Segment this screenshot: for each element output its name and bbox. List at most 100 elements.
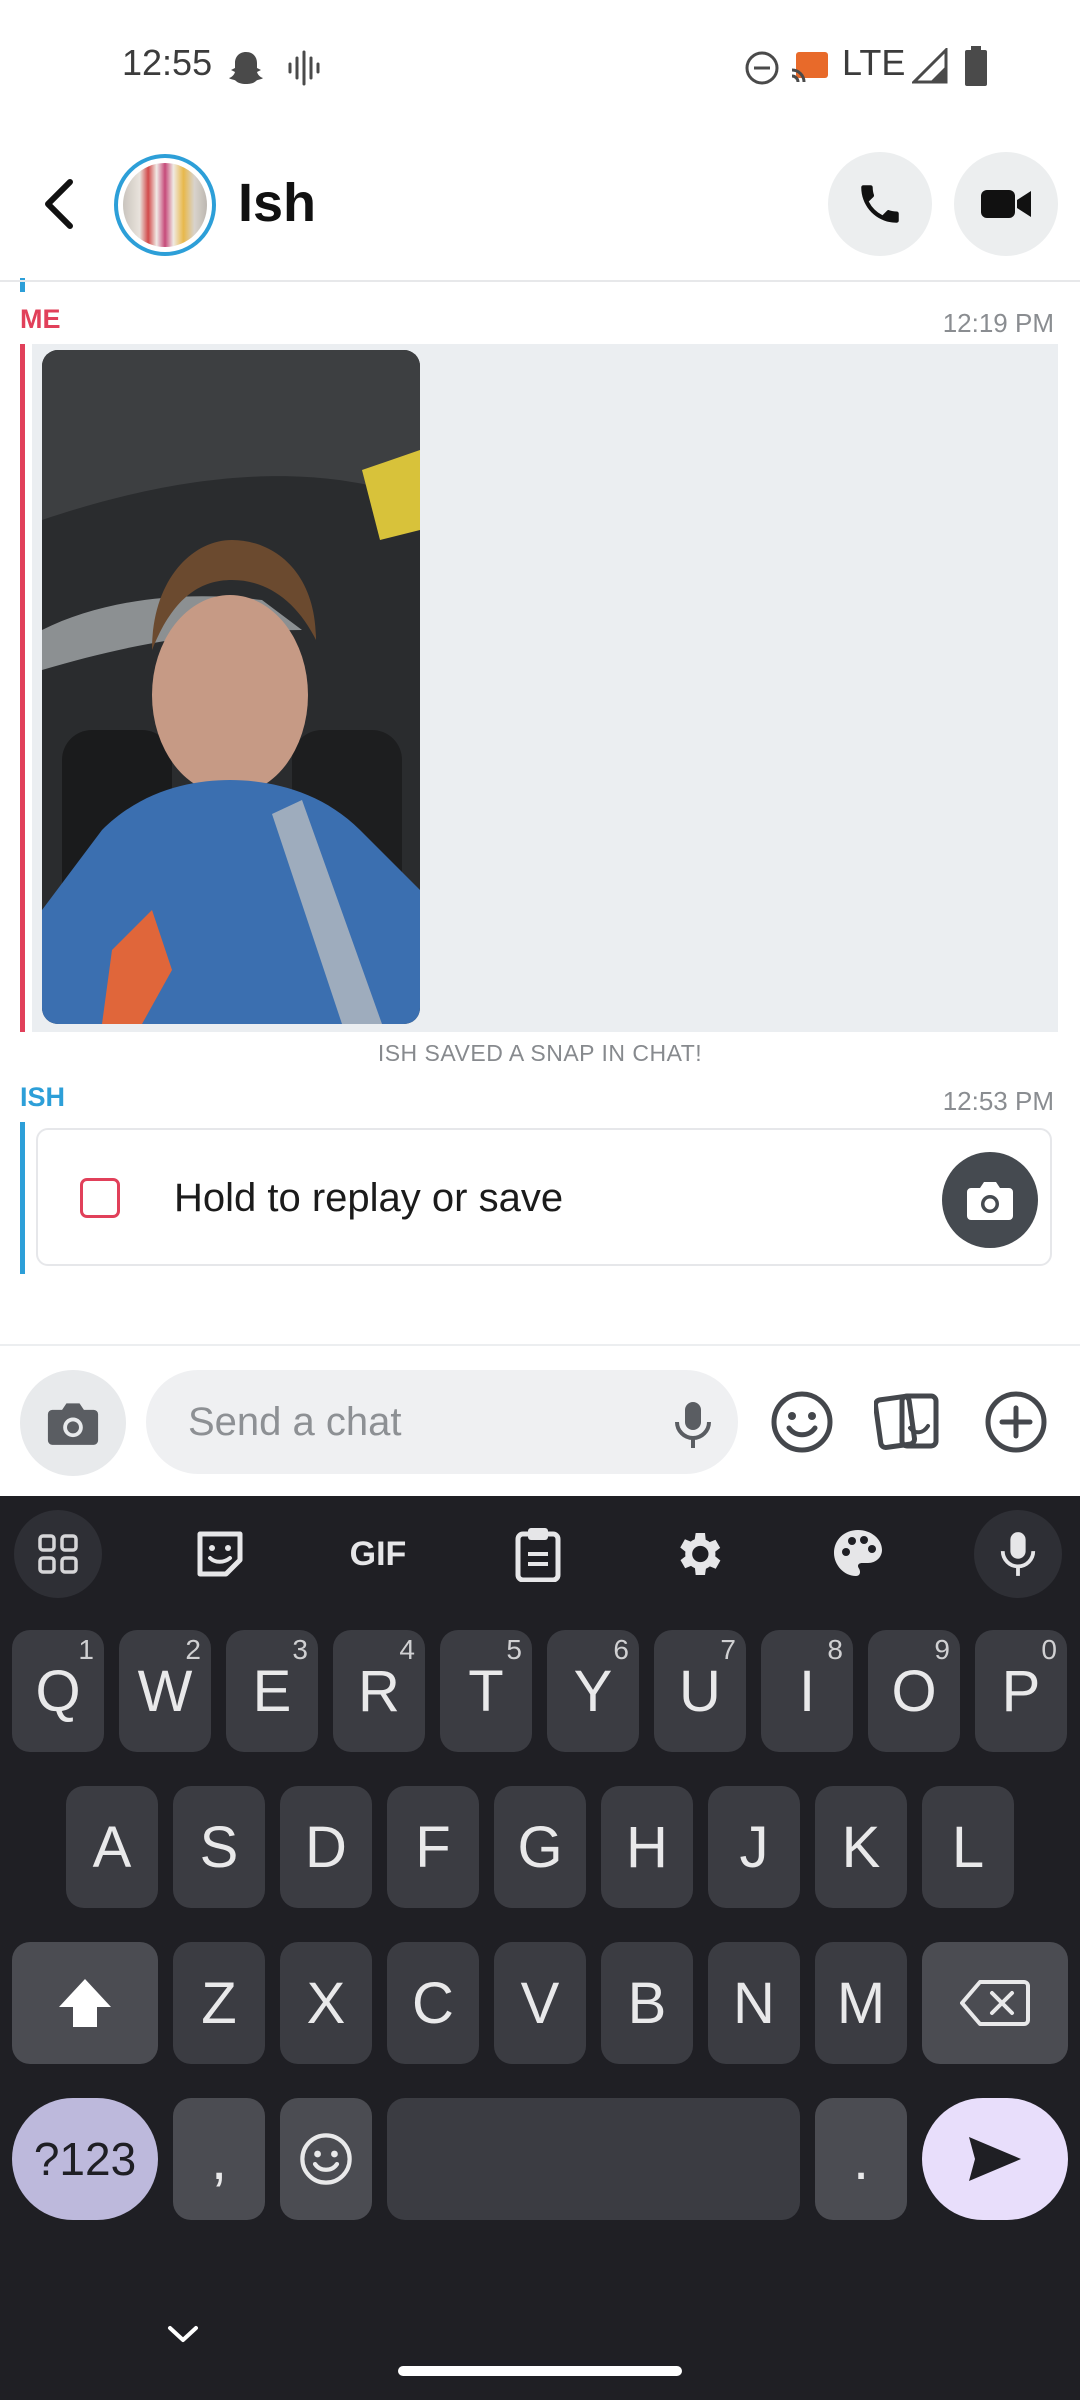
symbols-key[interactable]: ?123 bbox=[12, 2098, 158, 2220]
send-icon bbox=[969, 2137, 1021, 2181]
key-x[interactable]: X bbox=[280, 1942, 372, 2064]
header-divider bbox=[0, 280, 1080, 282]
palette-icon[interactable] bbox=[814, 1510, 902, 1598]
contact-name[interactable]: Ish bbox=[238, 172, 316, 234]
gif-button[interactable]: GIF bbox=[334, 1510, 422, 1598]
microphone-icon[interactable] bbox=[672, 1400, 714, 1450]
call-button[interactable] bbox=[828, 152, 932, 256]
status-time: 12:55 bbox=[122, 42, 213, 83]
period-key[interactable]: . bbox=[815, 2098, 907, 2220]
key-d[interactable]: D bbox=[280, 1786, 372, 1908]
comma-key[interactable]: , bbox=[173, 2098, 265, 2220]
composer-divider bbox=[0, 1344, 1080, 1346]
camera-icon bbox=[967, 1182, 1013, 1220]
key-hint: 7 bbox=[720, 1634, 736, 1665]
key-p[interactable]: P0 bbox=[975, 1630, 1067, 1752]
backspace-key[interactable] bbox=[922, 1942, 1068, 2064]
key-label: T bbox=[468, 1658, 504, 1724]
emoji-icon[interactable] bbox=[762, 1382, 842, 1462]
key-label: I bbox=[798, 1658, 816, 1724]
hide-keyboard-chevron-icon[interactable] bbox=[166, 2322, 200, 2346]
key-hint: 4 bbox=[399, 1634, 415, 1665]
key-hint: 5 bbox=[506, 1634, 522, 1665]
apps-grid-icon[interactable] bbox=[14, 1510, 102, 1598]
key-f[interactable]: F bbox=[387, 1786, 479, 1908]
battery-icon bbox=[964, 46, 988, 86]
key-o[interactable]: O9 bbox=[868, 1630, 960, 1752]
back-icon[interactable] bbox=[40, 176, 80, 232]
key-label: Q bbox=[35, 1658, 81, 1724]
sender-bar-me bbox=[20, 344, 25, 1032]
key-a[interactable]: A bbox=[66, 1786, 158, 1908]
stickers-icon[interactable] bbox=[868, 1382, 948, 1462]
key-w[interactable]: W2 bbox=[119, 1630, 211, 1752]
send-key[interactable] bbox=[922, 2098, 1068, 2220]
key-s[interactable]: S bbox=[173, 1786, 265, 1908]
sender-bar-ish bbox=[20, 1122, 25, 1274]
backspace-icon bbox=[960, 1980, 1030, 2026]
key-y[interactable]: Y6 bbox=[547, 1630, 639, 1752]
message-time: 12:19 PM bbox=[942, 308, 1054, 338]
key-label: J bbox=[739, 1814, 769, 1880]
settings-gear-icon[interactable] bbox=[654, 1510, 742, 1598]
emoji-icon bbox=[300, 2133, 352, 2185]
video-camera-icon bbox=[981, 190, 1031, 218]
key-j[interactable]: J bbox=[708, 1786, 800, 1908]
key-label: S bbox=[199, 1814, 239, 1880]
key-q[interactable]: Q1 bbox=[12, 1630, 104, 1752]
signal-icon bbox=[912, 48, 948, 84]
key-l[interactable]: L bbox=[922, 1786, 1014, 1908]
chat-input-placeholder[interactable]: Send a chat bbox=[188, 1400, 402, 1445]
key-h[interactable]: H bbox=[601, 1786, 693, 1908]
key-e[interactable]: E3 bbox=[226, 1630, 318, 1752]
key-label: G bbox=[517, 1814, 563, 1880]
key-label: H bbox=[626, 1814, 668, 1880]
key-label: M bbox=[836, 1970, 886, 2036]
key-hint: 1 bbox=[78, 1634, 94, 1665]
key-i[interactable]: I8 bbox=[761, 1630, 853, 1752]
key-label: X bbox=[306, 1970, 346, 2036]
key-z[interactable]: Z bbox=[173, 1942, 265, 2064]
message-time: 12:53 PM bbox=[942, 1086, 1054, 1116]
key-r[interactable]: R4 bbox=[333, 1630, 425, 1752]
phone-icon bbox=[861, 185, 899, 223]
key-label: P bbox=[1001, 1658, 1041, 1724]
snapchat-ghost-icon bbox=[226, 48, 266, 88]
key-label: L bbox=[951, 1814, 985, 1880]
avatar[interactable] bbox=[114, 154, 216, 256]
snap-image[interactable] bbox=[42, 350, 420, 1024]
camera-button[interactable] bbox=[20, 1370, 126, 1476]
clipboard-icon[interactable] bbox=[494, 1510, 582, 1598]
gesture-bar[interactable] bbox=[398, 2366, 682, 2376]
plus-icon[interactable] bbox=[976, 1382, 1056, 1462]
key-hint: 0 bbox=[1041, 1634, 1057, 1665]
key-label: R bbox=[358, 1658, 400, 1724]
key-t[interactable]: T5 bbox=[440, 1630, 532, 1752]
network-type: LTE bbox=[842, 42, 906, 83]
sticker-icon[interactable] bbox=[176, 1510, 264, 1598]
key-k[interactable]: K bbox=[815, 1786, 907, 1908]
key-b[interactable]: B bbox=[601, 1942, 693, 2064]
system-note: ISH SAVED A SNAP IN CHAT! bbox=[377, 1040, 703, 1066]
key-c[interactable]: C bbox=[387, 1942, 479, 2064]
voice-input-icon[interactable] bbox=[974, 1510, 1062, 1598]
key-u[interactable]: U7 bbox=[654, 1630, 746, 1752]
emoji-key[interactable] bbox=[280, 2098, 372, 2220]
sender-label-me: ME bbox=[20, 304, 61, 334]
shift-key[interactable] bbox=[12, 1942, 158, 2064]
key-hint: 2 bbox=[185, 1634, 201, 1665]
key-label: O bbox=[891, 1658, 937, 1724]
key-label: K bbox=[841, 1814, 881, 1880]
key-g[interactable]: G bbox=[494, 1786, 586, 1908]
key-label: V bbox=[520, 1970, 560, 2036]
space-key[interactable] bbox=[387, 2098, 800, 2220]
key-hint: 8 bbox=[827, 1634, 843, 1665]
video-call-button[interactable] bbox=[954, 152, 1058, 256]
do-not-disturb-icon bbox=[744, 50, 780, 86]
snap-label[interactable]: Hold to replay or save bbox=[174, 1176, 563, 1221]
reply-camera-button[interactable] bbox=[942, 1152, 1038, 1248]
key-m[interactable]: M bbox=[815, 1942, 907, 2064]
key-v[interactable]: V bbox=[494, 1942, 586, 2064]
shift-arrow-icon bbox=[59, 1979, 111, 2027]
key-n[interactable]: N bbox=[708, 1942, 800, 2064]
